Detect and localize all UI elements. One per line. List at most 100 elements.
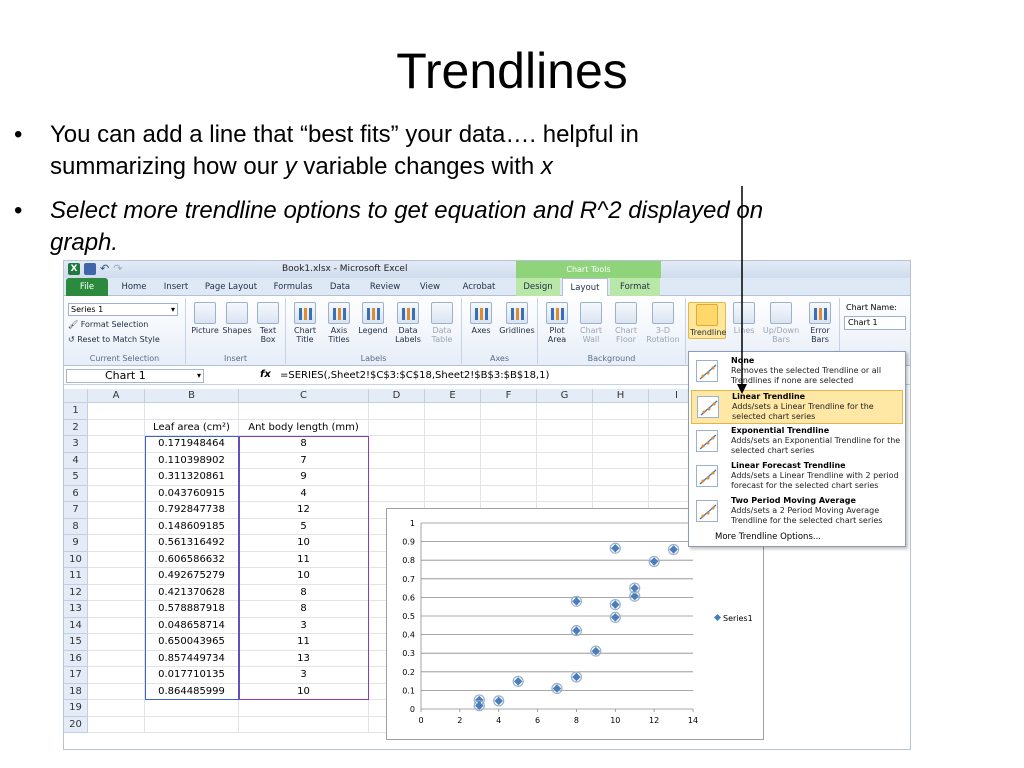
grid-cell[interactable] [88, 502, 145, 519]
formula-input[interactable]: =SERIES(,Sheet2!$C$3:$C$18,Sheet2!$B$3:$… [280, 370, 549, 381]
trendline-option[interactable]: NoneRemoves the selected Trendline or al… [691, 355, 903, 389]
plot-area-button[interactable]: Plot Area [542, 302, 572, 344]
shapes-button[interactable]: Shapes [222, 302, 252, 335]
reset-style-button[interactable]: ↺ Reset to Match Style [68, 335, 160, 344]
row-header[interactable]: 14 [64, 617, 88, 634]
column-header[interactable]: D [369, 389, 425, 403]
grid-cell[interactable] [537, 403, 593, 420]
row-header[interactable]: 20 [64, 716, 88, 733]
series-select[interactable]: Series 1 ▾ [68, 303, 178, 316]
row-header[interactable]: 1 [64, 403, 88, 420]
column-header[interactable]: F [481, 389, 537, 403]
name-box[interactable]: Chart 1 ▾ [66, 369, 204, 383]
grid-cell[interactable] [88, 452, 145, 469]
grid-cell[interactable] [593, 403, 649, 420]
data-table-button[interactable]: Data Table [426, 302, 458, 344]
grid-cell[interactable] [537, 452, 593, 469]
row-header[interactable]: 16 [64, 650, 88, 667]
grid-cell[interactable] [239, 716, 369, 733]
chart-name-input[interactable]: Chart 1 [844, 316, 906, 330]
grid-cell[interactable] [88, 716, 145, 733]
grid-cell[interactable] [593, 436, 649, 453]
tab-file[interactable]: File [66, 278, 108, 296]
data-labels-button[interactable]: Data Labels [392, 302, 424, 344]
grid-cell[interactable] [425, 485, 481, 502]
tab-layout[interactable]: Layout [562, 278, 608, 297]
row-header[interactable]: 6 [64, 485, 88, 502]
grid-cell[interactable] [88, 436, 145, 453]
save-icon[interactable] [84, 263, 96, 275]
grid-cell[interactable] [88, 535, 145, 552]
axis-titles-button[interactable]: Axis Titles [324, 302, 354, 344]
redo-icon[interactable]: ↷ [113, 263, 122, 275]
row-header[interactable]: 2 [64, 419, 88, 436]
tab-design[interactable]: Design [516, 278, 560, 296]
grid-cell[interactable] [88, 469, 145, 486]
grid-cell[interactable] [88, 617, 145, 634]
trendline-option[interactable]: Linear Trendline Adds/sets a Linear Trend… [691, 390, 903, 424]
grid-cell[interactable] [369, 485, 425, 502]
text-box-button[interactable]: Text Box [254, 302, 282, 344]
row-header[interactable]: 18 [64, 683, 88, 700]
chart-title-button[interactable]: Chart Title [290, 302, 320, 344]
grid-cell[interactable] [425, 436, 481, 453]
column-header[interactable]: C [239, 389, 369, 403]
grid-cell[interactable]: Leaf area (cm²) [145, 419, 239, 436]
grid-cell[interactable] [88, 700, 145, 717]
row-header[interactable]: 9 [64, 535, 88, 552]
format-selection-button[interactable]: 🖌 Format Selection [68, 320, 148, 329]
grid-cell[interactable] [145, 700, 239, 717]
axes-button[interactable]: Axes [466, 302, 496, 335]
grid-cell[interactable] [425, 403, 481, 420]
select-all-corner[interactable] [64, 389, 88, 403]
column-header[interactable]: B [145, 389, 239, 403]
grid-cell[interactable] [481, 485, 537, 502]
row-header[interactable]: 4 [64, 452, 88, 469]
row-header[interactable]: 19 [64, 700, 88, 717]
trendline-option[interactable]: Linear Forecast Trendline Adds/sets a Lin… [691, 460, 903, 494]
grid-cell[interactable] [537, 419, 593, 436]
updown-bars-button[interactable]: Up/Down Bars [760, 302, 802, 344]
grid-cell[interactable] [369, 469, 425, 486]
error-bars-button[interactable]: Error Bars [804, 302, 836, 344]
trendline-button[interactable]: Trendline [688, 302, 726, 339]
grid-cell[interactable] [88, 403, 145, 420]
grid-cell[interactable] [88, 518, 145, 535]
grid-cell[interactable] [425, 419, 481, 436]
row-header[interactable]: 17 [64, 667, 88, 684]
grid-cell[interactable] [593, 485, 649, 502]
column-header[interactable]: E [425, 389, 481, 403]
tab-acrobat[interactable]: Acrobat [454, 278, 504, 296]
row-header[interactable]: 15 [64, 634, 88, 651]
row-header[interactable]: 11 [64, 568, 88, 585]
grid-cell[interactable] [481, 469, 537, 486]
row-header[interactable]: 10 [64, 551, 88, 568]
grid-cell[interactable] [369, 452, 425, 469]
trendline-option[interactable]: Exponential Trendline Adds/sets an Expone… [691, 425, 903, 459]
grid-cell[interactable]: Ant body length (mm) [239, 419, 369, 436]
tab-review[interactable]: Review [362, 278, 408, 296]
grid-cell[interactable] [425, 452, 481, 469]
grid-cell[interactable] [88, 667, 145, 684]
row-header[interactable]: 13 [64, 601, 88, 618]
grid-cell[interactable] [593, 469, 649, 486]
grid-cell[interactable] [88, 485, 145, 502]
grid-cell[interactable] [88, 601, 145, 618]
grid-cell[interactable] [145, 716, 239, 733]
grid-cell[interactable] [88, 634, 145, 651]
grid-cell[interactable] [369, 403, 425, 420]
tab-view[interactable]: View [412, 278, 448, 296]
grid-cell[interactable] [88, 568, 145, 585]
tab-data[interactable]: Data [322, 278, 358, 296]
grid-cell[interactable] [88, 683, 145, 700]
grid-cell[interactable] [425, 469, 481, 486]
trendline-option[interactable]: Two Period Moving Average Adds/sets a 2 P… [691, 495, 903, 529]
tab-insert[interactable]: Insert [156, 278, 196, 296]
column-header[interactable]: H [593, 389, 649, 403]
grid-cell[interactable] [88, 419, 145, 436]
legend-button[interactable]: Legend [358, 302, 388, 335]
column-header[interactable]: A [88, 389, 145, 403]
grid-cell[interactable] [481, 403, 537, 420]
tab-format[interactable]: Format [610, 278, 660, 296]
gridlines-button[interactable]: Gridlines [498, 302, 536, 335]
